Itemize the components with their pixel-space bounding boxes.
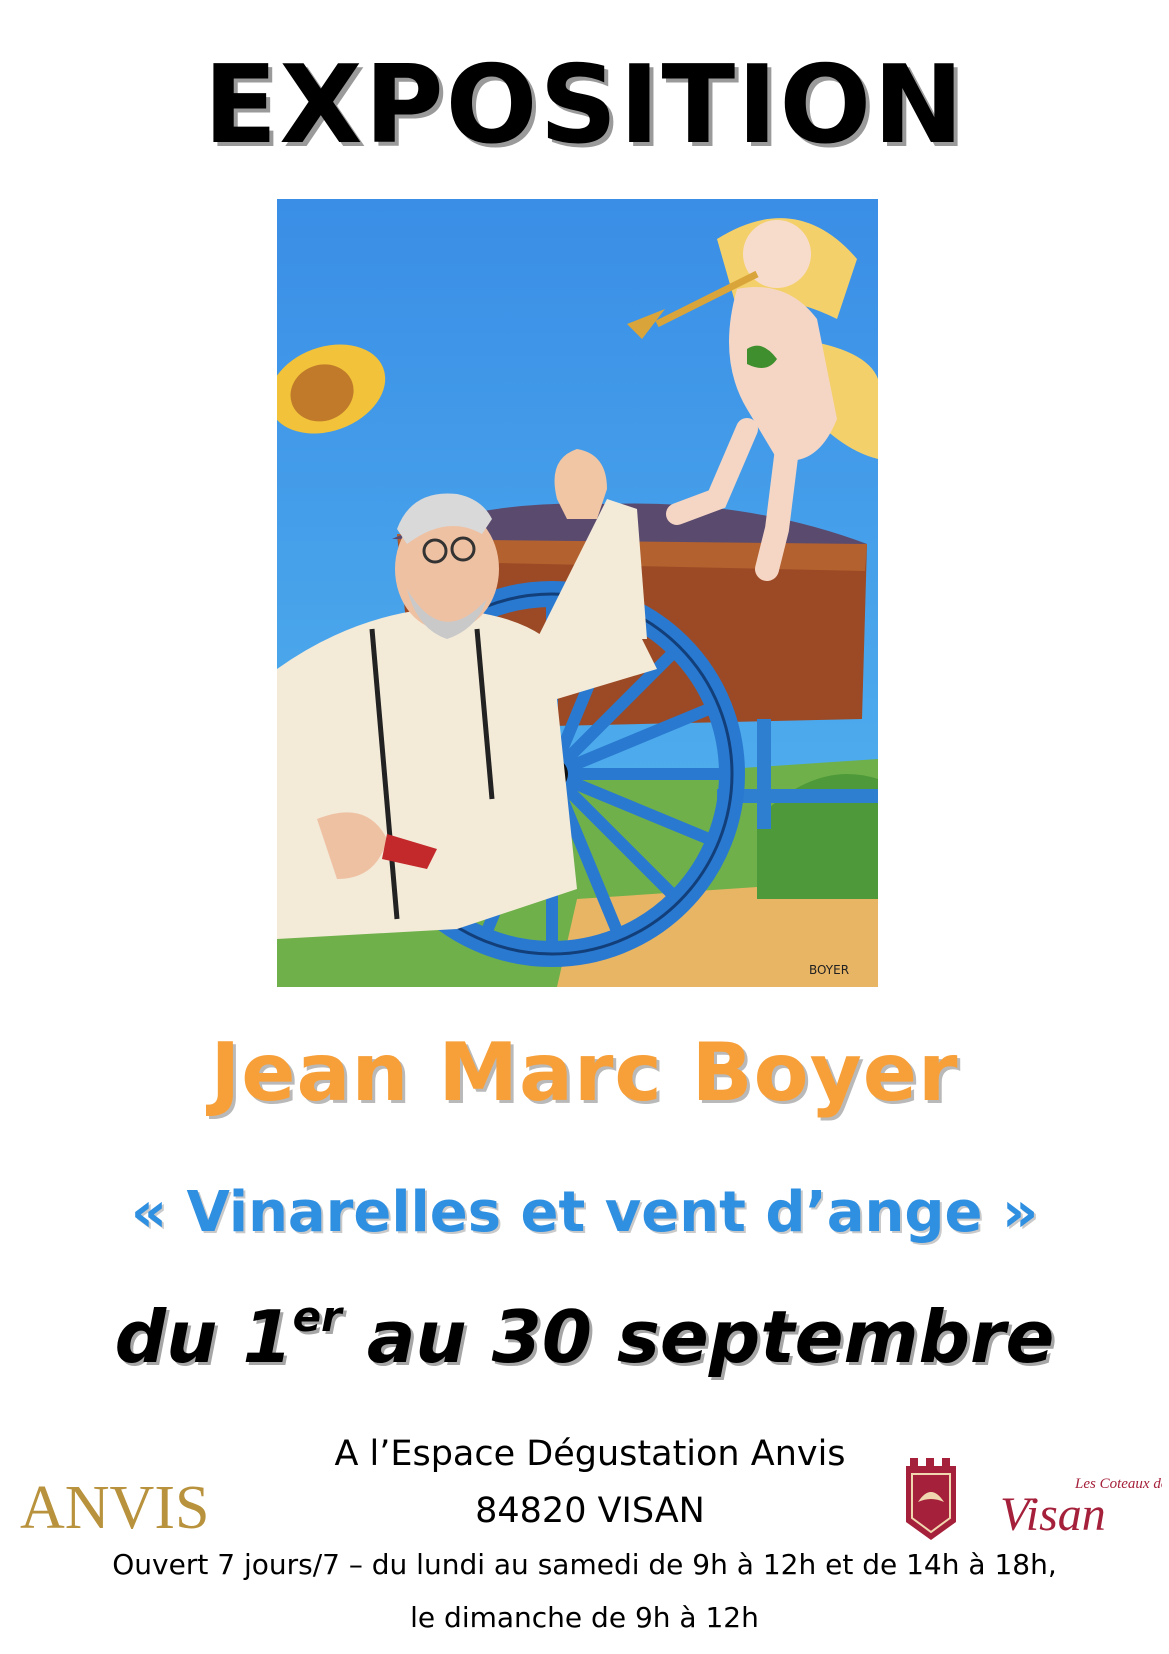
anvis-logo: ANVIS bbox=[20, 1474, 209, 1538]
dates-superscript: er bbox=[292, 1292, 342, 1341]
opening-hours-line-1: Ouvert 7 jours/7 – du lundi au samedi de… bbox=[112, 1548, 1057, 1581]
artist-name: Jean Marc Boyer bbox=[210, 1026, 959, 1119]
poster-title: EXPOSITION bbox=[203, 43, 966, 168]
exhibition-title: « Vinarelles et vent d’ange » bbox=[130, 1180, 1039, 1245]
painting-signature: BOYER bbox=[809, 963, 849, 977]
anvis-logo-text: ANVIS bbox=[20, 1474, 209, 1538]
coteaux-large-text: Visan bbox=[1000, 1488, 1106, 1541]
coteaux-de-visan-logo: Les Coteaux de Visan bbox=[906, 1458, 1162, 1541]
castle-crest-icon bbox=[906, 1458, 956, 1540]
dates-suffix: au 30 septembre bbox=[341, 1295, 1055, 1379]
opening-hours-line-2: le dimanche de 9h à 12h bbox=[410, 1601, 759, 1634]
painting-image: BOYER bbox=[277, 199, 878, 987]
dates-prefix: du 1 bbox=[114, 1295, 293, 1379]
exhibition-dates: du 1er au 30 septembre bbox=[0, 1296, 1169, 1374]
venue-text: A l’Espace Dégustation Anvis bbox=[334, 1434, 846, 1474]
city-text: 84820 VISAN bbox=[475, 1491, 705, 1531]
